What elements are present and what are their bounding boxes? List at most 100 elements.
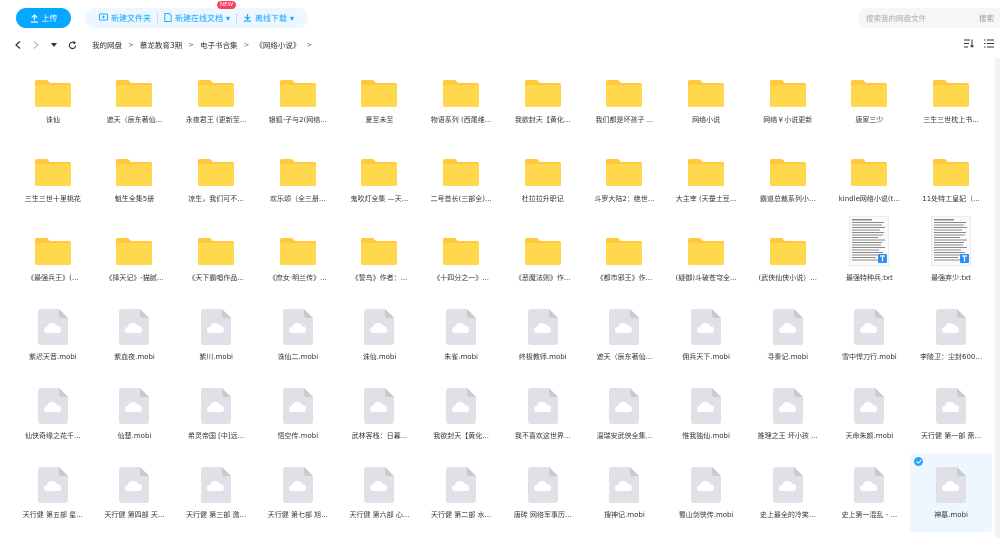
- file-item[interactable]: 天行健 第六部 心...: [339, 453, 421, 532]
- folder-item[interactable]: 三生三世枕上书...: [910, 58, 992, 137]
- file-item[interactable]: 史上最全的冷笑...: [747, 453, 829, 532]
- folder-item[interactable]: 欢乐颂（全三册...: [257, 137, 339, 216]
- mobi-file-icon: [523, 388, 563, 424]
- file-item[interactable]: 最强弃少.txt: [910, 216, 992, 295]
- file-item[interactable]: 仙侠奇缘之花千...: [12, 374, 94, 453]
- file-item[interactable]: 唐砖 网络军事历...: [502, 453, 584, 532]
- sort-icon[interactable]: [964, 39, 974, 50]
- file-item[interactable]: 紫迟天音.mobi: [12, 295, 94, 374]
- folder-item[interactable]: 银狐-子与2(网络...: [257, 58, 339, 137]
- back-icon[interactable]: [12, 39, 24, 51]
- new-folder-button[interactable]: 新建文件夹: [93, 8, 157, 28]
- checkmark-icon[interactable]: [914, 457, 924, 466]
- refresh-icon[interactable]: [66, 39, 78, 51]
- folder-item[interactable]: (武侠仙侠小说）...: [747, 216, 829, 295]
- new-doc-button[interactable]: 新建在线文档 ▾ NEW: [158, 1, 237, 28]
- breadcrumb-item[interactable]: 《网络小说》: [255, 40, 300, 51]
- file-item[interactable]: 推理之王 坏小孩 ...: [747, 374, 829, 453]
- folder-icon: [33, 151, 73, 187]
- item-name: 大主宰 (天蚕土豆...: [675, 195, 737, 203]
- folder-item[interactable]: 物语系列 (西尾维...: [420, 58, 502, 137]
- folder-item[interactable]: 网络小说: [665, 58, 747, 137]
- folder-item[interactable]: 《十四分之一》...: [420, 216, 502, 295]
- folder-item[interactable]: 《恶魔法则》作...: [502, 216, 584, 295]
- folder-item[interactable]: (疑御)斗破苍穹全...: [665, 216, 747, 295]
- file-item[interactable]: 天行健 第四部 天...: [94, 453, 176, 532]
- folder-item[interactable]: 魁生全集5册: [94, 137, 176, 216]
- file-item[interactable]: 仙楚.mobi: [94, 374, 176, 453]
- folder-item[interactable]: 网络￥小说更新: [747, 58, 829, 137]
- breadcrumb-item[interactable]: 我的网盘: [92, 40, 122, 51]
- file-item[interactable]: 寻秦记.mobi: [747, 295, 829, 374]
- list-view-icon[interactable]: [984, 39, 994, 50]
- mobi-file-icon: [196, 467, 236, 503]
- file-item[interactable]: 天行健 第五部 星...: [12, 453, 94, 532]
- file-item[interactable]: 天行健 第七部 旭...: [257, 453, 339, 532]
- folder-item[interactable]: 二号首长(三部全)...: [420, 137, 502, 216]
- folder-item[interactable]: 鬼吹灯全集 —天...: [339, 137, 421, 216]
- folder-item[interactable]: 《最强兵王》(...: [12, 216, 94, 295]
- folder-item[interactable]: 诛仙: [12, 58, 94, 137]
- file-item[interactable]: 紫川.mobi: [175, 295, 257, 374]
- file-item[interactable]: 雪中悍刀行.mobi: [829, 295, 911, 374]
- folder-item[interactable]: 我欲封天【黄化...: [502, 58, 584, 137]
- folder-icon: [523, 230, 563, 266]
- file-item[interactable]: 佣兵天下.mobi: [665, 295, 747, 374]
- file-item[interactable]: 天行健 第二部 水...: [420, 453, 502, 532]
- folder-item[interactable]: kindle网络小说(t...: [829, 137, 911, 216]
- file-item[interactable]: 天行健 第三部 激...: [175, 453, 257, 532]
- search-input[interactable]: [866, 13, 976, 23]
- file-item[interactable]: 最强特种兵.txt: [829, 216, 911, 295]
- folder-item[interactable]: 永夜君王 (更新至...: [175, 58, 257, 137]
- breadcrumb-item[interactable]: 慕龙教育3期: [140, 40, 182, 51]
- file-item[interactable]: 天行健 第一部 斋...: [910, 374, 992, 453]
- search-button[interactable]: 搜索: [979, 13, 994, 24]
- file-item[interactable]: 紫血夜.mobi: [94, 295, 176, 374]
- folder-item[interactable]: 《天下霸唱作品...: [175, 216, 257, 295]
- file-item[interactable]: 遮天（辰东著仙...: [584, 295, 666, 374]
- folder-item[interactable]: 遮天（辰东著仙...: [94, 58, 176, 137]
- file-item[interactable]: 史上第一混乱 - ...: [829, 453, 911, 532]
- folder-item[interactable]: 凉生，我们可不...: [175, 137, 257, 216]
- folder-item[interactable]: 11处特工皇妃（...: [910, 137, 992, 216]
- file-item[interactable]: 神墓.mobi: [910, 453, 992, 532]
- file-item[interactable]: 武林客栈：日暮...: [339, 374, 421, 453]
- file-item[interactable]: 蜀山剑侠传.mobi: [665, 453, 747, 532]
- folder-icon: [359, 72, 399, 108]
- folder-item[interactable]: 唐家三少: [829, 58, 911, 137]
- file-item[interactable]: 搜神记.mobi: [584, 453, 666, 532]
- folder-item[interactable]: 大主宰 (天蚕土豆...: [665, 137, 747, 216]
- file-item[interactable]: 我不喜欢这世界...: [502, 374, 584, 453]
- file-item[interactable]: 温瑞安武侠全集...: [584, 374, 666, 453]
- file-item[interactable]: 悟空传.mobi: [257, 374, 339, 453]
- file-item[interactable]: 惟我独仙.mobi: [665, 374, 747, 453]
- file-item[interactable]: 我欲封天【黄化...: [420, 374, 502, 453]
- history-dropdown-icon[interactable]: [48, 39, 60, 51]
- file-item[interactable]: 李陵卫：尘封600...: [910, 295, 992, 374]
- file-item[interactable]: 朱雀.mobi: [420, 295, 502, 374]
- folder-item[interactable]: 杜拉拉升职记: [502, 137, 584, 216]
- file-item[interactable]: 诛仙.mobi: [339, 295, 421, 374]
- folder-item[interactable]: 我们都是坏孩子 ...: [584, 58, 666, 137]
- folder-item[interactable]: 霸道总裁系列小...: [747, 137, 829, 216]
- folder-item[interactable]: 斗罗大陆2：绝世...: [584, 137, 666, 216]
- folder-item[interactable]: 《都市邪王》作...: [584, 216, 666, 295]
- item-name: 二号首长(三部全)...: [430, 195, 492, 203]
- scrollbar[interactable]: [995, 58, 1000, 538]
- folder-item[interactable]: 三生三世十里桃花: [12, 137, 94, 216]
- mobi-file-icon: [196, 309, 236, 345]
- folder-item[interactable]: 《择天记》-猫腻...: [94, 216, 176, 295]
- offline-download-button[interactable]: 离线下载 ▾: [237, 8, 300, 28]
- file-item[interactable]: 天命朱颜.mobi: [829, 374, 911, 453]
- file-item[interactable]: 终极教师.mobi: [502, 295, 584, 374]
- item-name: 我欲封天【黄化...: [433, 432, 489, 440]
- upload-button[interactable]: 上传: [16, 8, 71, 28]
- folder-item[interactable]: 《誓鸟》作者：...: [339, 216, 421, 295]
- item-name: 三生三世十里桃花: [24, 195, 81, 203]
- file-item[interactable]: 希灵帝国 [中]远...: [175, 374, 257, 453]
- folder-item[interactable]: 《庶女·明兰传》...: [257, 216, 339, 295]
- folder-item[interactable]: 夏至未至: [339, 58, 421, 137]
- breadcrumb-item[interactable]: 电子书合集: [200, 40, 238, 51]
- file-item[interactable]: 诛仙二.mobi: [257, 295, 339, 374]
- forward-icon[interactable]: [30, 39, 42, 51]
